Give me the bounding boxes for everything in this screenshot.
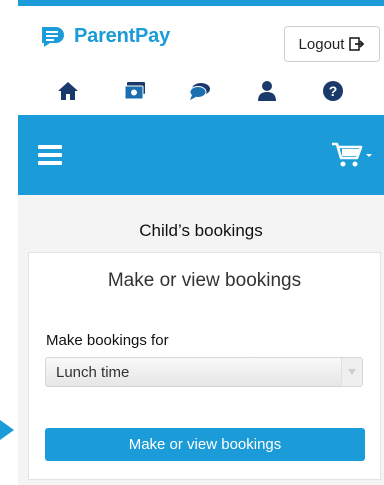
brand-name: ParentPay xyxy=(74,24,171,47)
booking-type-value: Lunch time xyxy=(56,363,130,381)
chevron-down-icon xyxy=(341,358,362,386)
bookings-card: Make or view bookings Make bookings for … xyxy=(28,252,381,480)
profile-icon[interactable] xyxy=(254,78,280,104)
logout-label: Logout xyxy=(298,35,345,53)
card-title: Make or view bookings xyxy=(107,270,302,291)
svg-text:?: ? xyxy=(329,83,338,99)
page-title: Child’s bookings xyxy=(139,221,263,240)
top-nav-bar xyxy=(18,115,384,195)
content-panel: Child’s bookings Make or view bookings M… xyxy=(18,195,384,485)
logout-button[interactable]: Logout xyxy=(284,26,380,62)
home-icon[interactable] xyxy=(55,78,81,104)
logout-icon xyxy=(349,37,365,51)
top-accent-strip xyxy=(18,0,384,6)
messages-icon[interactable] xyxy=(187,78,213,104)
hamburger-menu-icon[interactable] xyxy=(38,145,62,165)
payments-icon[interactable] xyxy=(122,78,148,104)
booking-type-select[interactable]: Lunch time xyxy=(45,357,363,387)
make-or-view-bookings-button[interactable]: Make or view bookings xyxy=(45,428,365,461)
parentpay-logo-icon xyxy=(42,27,64,47)
make-bookings-for-label: Make bookings for xyxy=(46,332,169,349)
pointer-arrow-icon xyxy=(0,420,14,440)
brand-logo[interactable]: ParentPay xyxy=(38,24,170,48)
nav-icon-row: ? xyxy=(0,78,384,104)
basket-icon[interactable] xyxy=(330,141,374,174)
help-icon[interactable]: ? xyxy=(320,78,346,104)
